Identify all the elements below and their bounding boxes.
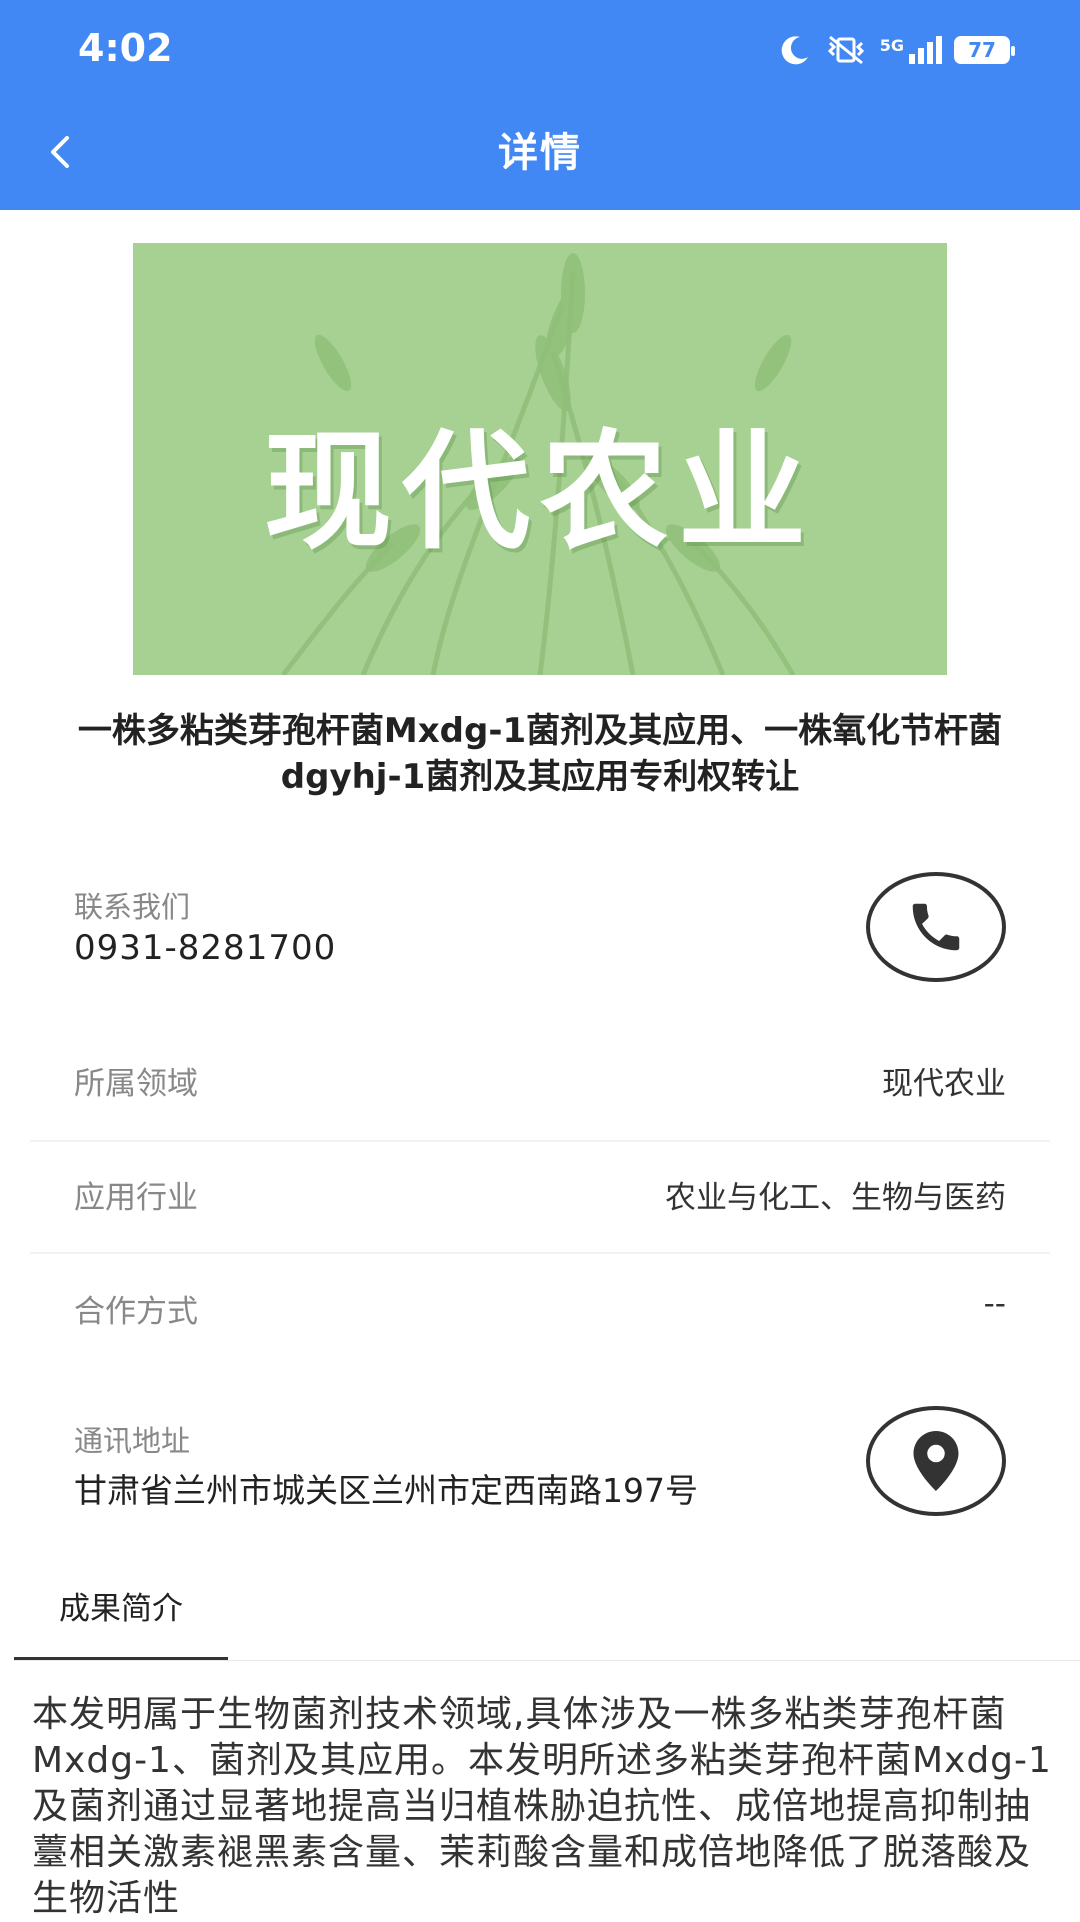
chevron-left-icon	[51, 136, 69, 168]
industry-value: 农业与化工、生物与医药	[665, 1180, 1006, 1216]
app-header: 4:02 5G 77 详情	[0, 0, 1080, 210]
status-time: 4:02	[78, 26, 173, 70]
page-title: 详情	[498, 130, 582, 176]
network-type: 5G	[879, 36, 904, 55]
signal-bar-4	[936, 36, 942, 64]
domain-value: 现代农业	[882, 1066, 1006, 1102]
nav-bar: 详情	[0, 100, 1080, 210]
signal-bar-3	[927, 42, 933, 64]
status-bar: 4:02 5G 77	[0, 0, 1080, 100]
summary-text: 本发明属于生物菌剂技术领域,具体涉及一株多粘类芽孢杆菌Mxdg-1、菌剂及其应用…	[32, 1694, 1052, 1919]
signal-bar-2	[918, 48, 924, 64]
tab-divider	[14, 1660, 1080, 1661]
back-button[interactable]	[30, 122, 90, 182]
banner-image[interactable]: 现代农业	[133, 243, 947, 675]
battery-level: 77	[968, 38, 996, 62]
cooperation-value: --	[983, 1286, 1006, 1322]
domain-label: 所属领域	[74, 1066, 198, 1102]
divider	[30, 1252, 1050, 1254]
address-value: 甘肃省兰州市城关区兰州市定西南路197号	[74, 1471, 698, 1510]
domain-row: 所属领域 现代农业	[30, 1032, 1050, 1142]
contact-phone: 0931-8281700	[74, 928, 337, 968]
location-button[interactable]	[866, 1406, 1006, 1516]
location-pin-icon	[913, 1431, 959, 1491]
industry-row: 应用行业 农业与化工、生物与医药	[30, 1146, 1050, 1256]
signal-bar-1	[909, 54, 915, 64]
tab-summary[interactable]: 成果简介	[14, 1580, 228, 1660]
phone-icon	[912, 903, 960, 951]
mute-vibrate-icon	[827, 35, 864, 65]
address-label: 通讯地址	[74, 1424, 191, 1458]
cooperation-row: 合作方式 --	[30, 1260, 1050, 1370]
item-title: 一株多粘类芽孢杆菌Mxdg-1菌剂及其应用、一株氧化节杆菌dgyhj-1菌剂及其…	[77, 711, 1003, 797]
industry-label: 应用行业	[74, 1180, 198, 1216]
cooperation-label: 合作方式	[74, 1294, 198, 1330]
call-button[interactable]	[866, 872, 1006, 982]
divider	[30, 1140, 1050, 1142]
banner-title: 现代农业	[263, 418, 816, 567]
moon-icon	[781, 36, 808, 65]
network-indicator: 5G	[880, 36, 942, 64]
status-icons: 5G 77	[778, 30, 1015, 70]
contact-label: 联系我们	[74, 890, 191, 924]
battery-icon: 77	[954, 36, 1015, 64]
